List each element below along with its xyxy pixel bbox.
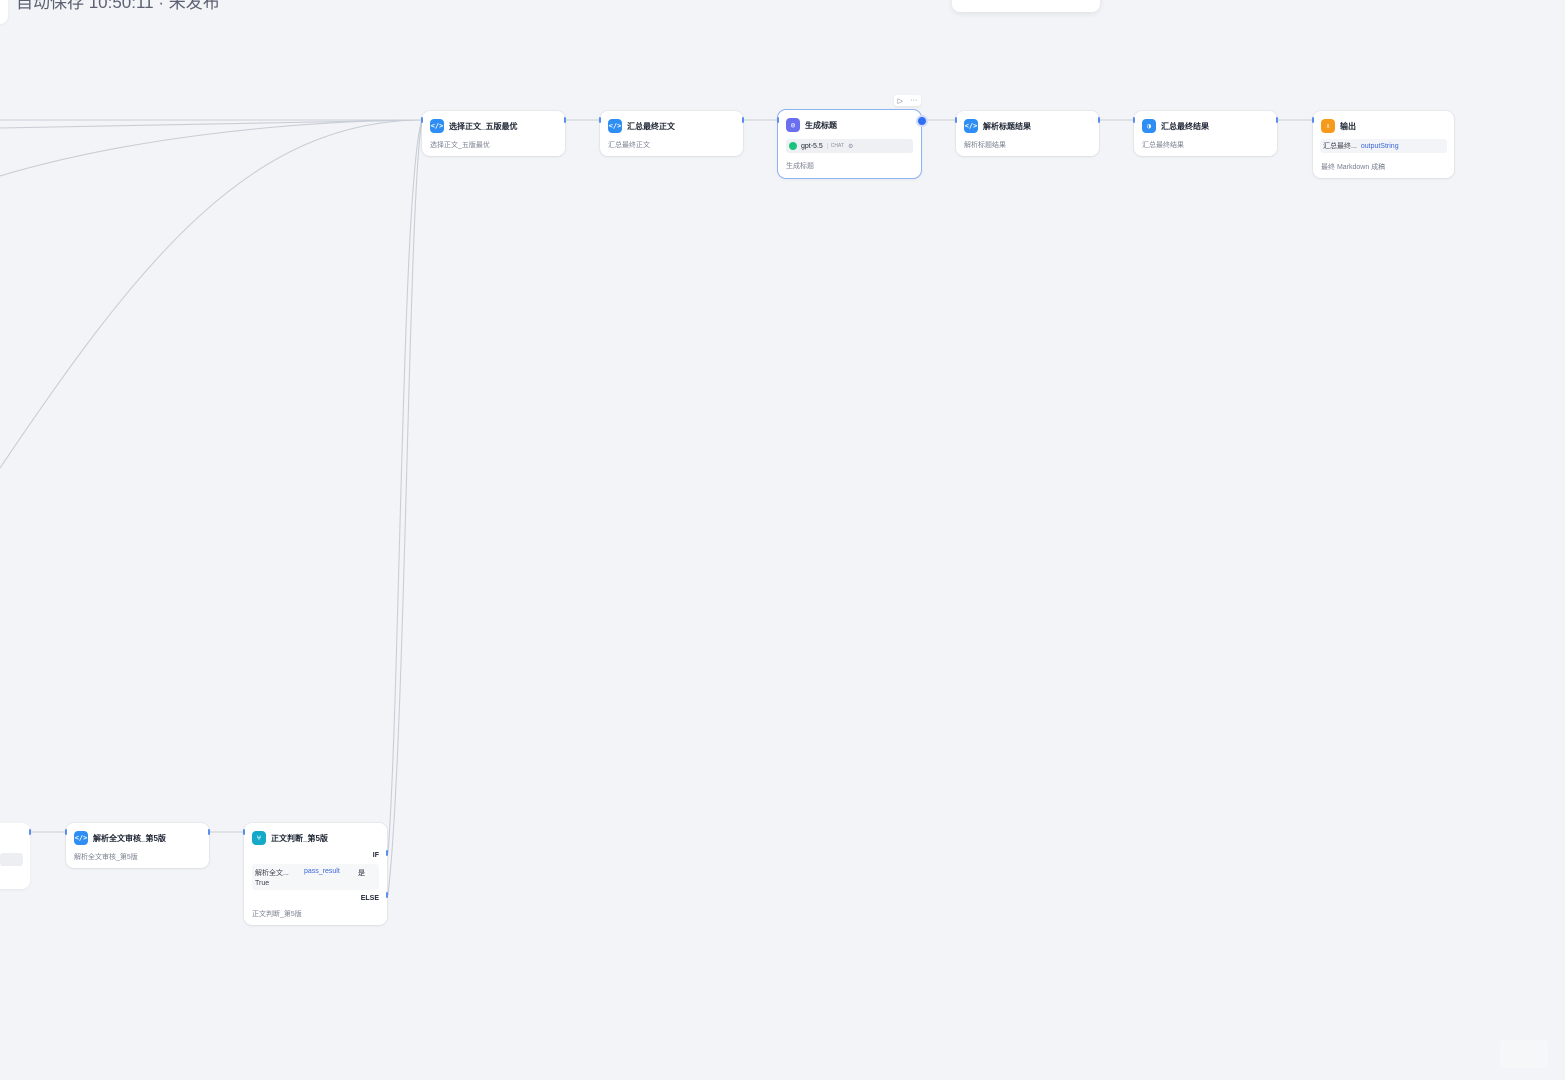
output-handle[interactable]: [1276, 117, 1278, 123]
node-description: 解析标题结果: [964, 142, 1006, 149]
top-hint-pill[interactable]: 展示上选中节点: [952, 0, 1100, 12]
edge: [0, 119, 423, 177]
model-name: gpt-5.5: [801, 142, 823, 150]
model-mode-badge: CHAT: [826, 143, 844, 149]
if-branch-label: IF: [372, 852, 379, 859]
variable-source: 汇总最终...: [1323, 143, 1357, 150]
edge: [387, 119, 423, 854]
output-handle[interactable]: [916, 115, 928, 127]
node-description: 最终 Markdown 成稿: [1321, 164, 1386, 171]
else-output-handle[interactable]: [386, 892, 388, 898]
node-mini-toolbar: ▷ ···: [894, 95, 921, 106]
if-output-handle[interactable]: [386, 850, 388, 856]
node-condition[interactable]: ⑂ 正文判断_第5版 IF 解析全文... pass_result 是 True…: [244, 823, 387, 925]
openai-icon: [789, 142, 797, 150]
input-handle[interactable]: [65, 829, 67, 835]
play-icon[interactable]: ▷: [898, 97, 903, 105]
node-description: 解析全文审核_第5版: [74, 854, 138, 861]
condition-icon: ⑂: [252, 831, 266, 845]
else-branch-label: ELSE: [360, 895, 379, 902]
model-selector[interactable]: gpt-5.5 CHAT ⚙: [786, 139, 913, 153]
condition-source: 解析全文...: [255, 870, 289, 877]
node-title: 汇总最终正文: [627, 121, 675, 131]
node-title: 输出: [1340, 121, 1356, 131]
node-title: 解析标题结果: [983, 121, 1031, 131]
node-title: 生成标题: [805, 120, 837, 130]
settings-icon[interactable]: ⚙: [848, 143, 853, 150]
output-handle[interactable]: [29, 829, 31, 835]
node-description: 生成标题: [786, 163, 814, 170]
output-handle[interactable]: [1098, 117, 1100, 123]
condition-row[interactable]: 解析全文... pass_result 是 True: [252, 864, 379, 890]
node-description: 汇总最终结果: [1142, 142, 1184, 149]
node-aggregate-body[interactable]: </> 汇总最终正文 汇总最终正文: [600, 111, 743, 156]
condition-operator: 是: [358, 870, 365, 877]
output-handle[interactable]: [742, 117, 744, 123]
node-parse-review[interactable]: </> 解析全文审核_第5版 解析全文审核_第5版: [66, 823, 209, 868]
node-description: 正文判断_第5版: [252, 911, 302, 918]
node-title: 解析全文审核_第5版: [93, 833, 166, 843]
output-handle[interactable]: [564, 117, 566, 123]
node-field: [0, 853, 23, 866]
condition-variable: pass_result: [304, 868, 340, 875]
edge: [387, 119, 423, 896]
input-handle[interactable]: [599, 117, 601, 123]
condition-value: True: [255, 880, 270, 887]
node-title: 正文判断_第5版: [271, 833, 328, 843]
node-aggregate-result[interactable]: ◑ 汇总最终结果 汇总最终结果: [1134, 111, 1277, 156]
aggregate-icon: ◑: [1142, 119, 1156, 133]
more-icon[interactable]: ···: [910, 97, 917, 104]
canvas-corner-panel: [0, 0, 8, 24]
node-description: 汇总最终正文: [608, 142, 650, 149]
variable-field: outputString: [1360, 142, 1399, 150]
node-select-body[interactable]: </> 选择正文_五版最优 选择正文_五版最优: [422, 111, 565, 156]
edge: [0, 119, 423, 129]
input-handle[interactable]: [777, 117, 779, 123]
node-parse-title[interactable]: </> 解析标题结果 解析标题结果: [956, 111, 1099, 156]
output-handle[interactable]: [208, 829, 210, 835]
node-output[interactable]: ⇩ 输出 汇总最终... outputString 最终 Markdown 成稿: [1313, 111, 1454, 178]
minimap[interactable]: [1500, 1040, 1548, 1068]
input-handle[interactable]: [421, 117, 423, 123]
input-handle[interactable]: [243, 829, 245, 835]
edge: [0, 119, 423, 469]
code-icon: </>: [608, 119, 622, 133]
code-icon: </>: [74, 831, 88, 845]
code-icon: </>: [430, 119, 444, 133]
input-handle[interactable]: [1312, 117, 1314, 123]
output-icon: ⇩: [1321, 119, 1335, 133]
node-title: 汇总最终结果: [1161, 121, 1209, 131]
code-icon: </>: [964, 119, 978, 133]
input-handle[interactable]: [955, 117, 957, 123]
input-handle[interactable]: [1133, 117, 1135, 123]
workflow-node-partial[interactable]: [0, 823, 30, 889]
autosave-status: 自动保存 10:50:11 · 未发布: [16, 0, 220, 12]
llm-icon: ◎: [786, 118, 800, 132]
node-description: 选择正文_五版最优: [430, 142, 490, 149]
node-title: 选择正文_五版最优: [449, 121, 518, 131]
node-generate-title[interactable]: ◎ 生成标题 gpt-5.5 CHAT ⚙ 生成标题: [778, 110, 921, 178]
output-variable: 汇总最终... outputString: [1320, 139, 1447, 153]
